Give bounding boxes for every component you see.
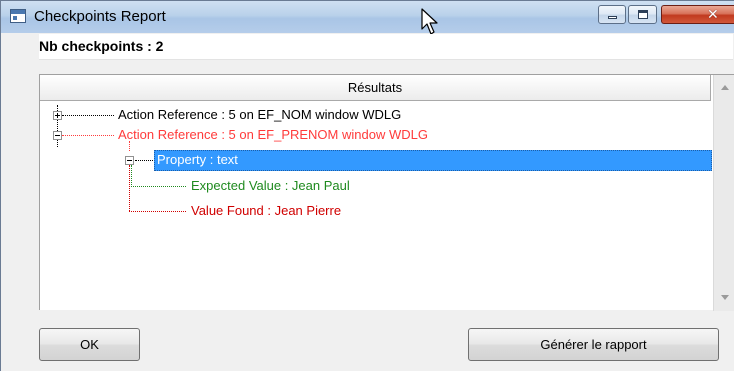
nb-checkpoints-label: Nb checkpoints : 2 [39,38,164,54]
tree-connector-line [135,160,155,161]
vertical-scrollbar[interactable] [713,75,734,311]
ok-button[interactable]: OK [39,328,140,361]
tree-node-property-text[interactable]: Property : text [157,150,238,170]
maximize-icon [638,10,648,19]
tree-connector-line [131,186,186,187]
tree-connector-line [131,165,132,187]
checkpoints-report-window: Checkpoints Report ✕ Nb checkpoints : 2 … [0,0,734,371]
collapse-icon[interactable] [125,156,134,165]
tree-connector-line [129,165,130,211]
generate-report-button[interactable]: Générer le rapport [468,328,719,361]
mouse-pointer-icon [421,8,438,35]
results-tree[interactable]: Résultats Action Reference : 5 on EF_NOM… [39,74,734,311]
collapse-icon[interactable] [53,131,62,140]
tree-node-action-ef-nom[interactable]: Action Reference : 5 on EF_NOM window WD… [118,105,401,125]
scroll-down-arrow-icon[interactable] [721,295,729,300]
tree-connector-line [129,211,186,212]
results-column-header[interactable]: Résultats [40,75,711,101]
minimize-button[interactable] [598,5,626,24]
tree-node-action-ef-prenom[interactable]: Action Reference : 5 on EF_PRENOM window… [118,125,428,145]
summary-bar: Nb checkpoints : 2 [39,34,733,60]
minimize-icon [608,16,617,19]
tree-node-value-found[interactable]: Value Found : Jean Pierre [191,201,341,221]
title-bar[interactable]: Checkpoints Report ✕ [1,1,734,35]
expand-icon[interactable] [53,111,62,120]
scroll-up-arrow-icon[interactable] [721,85,729,90]
window-title: Checkpoints Report [34,8,166,25]
tree-connector-line [62,115,114,116]
close-icon: ✕ [707,7,719,23]
close-button[interactable]: ✕ [661,5,734,24]
maximize-button[interactable] [628,5,657,24]
tree-node-expected-value[interactable]: Expected Value : Jean Paul [191,176,350,196]
tree-connector-line [62,135,114,136]
app-window-icon [10,9,26,23]
